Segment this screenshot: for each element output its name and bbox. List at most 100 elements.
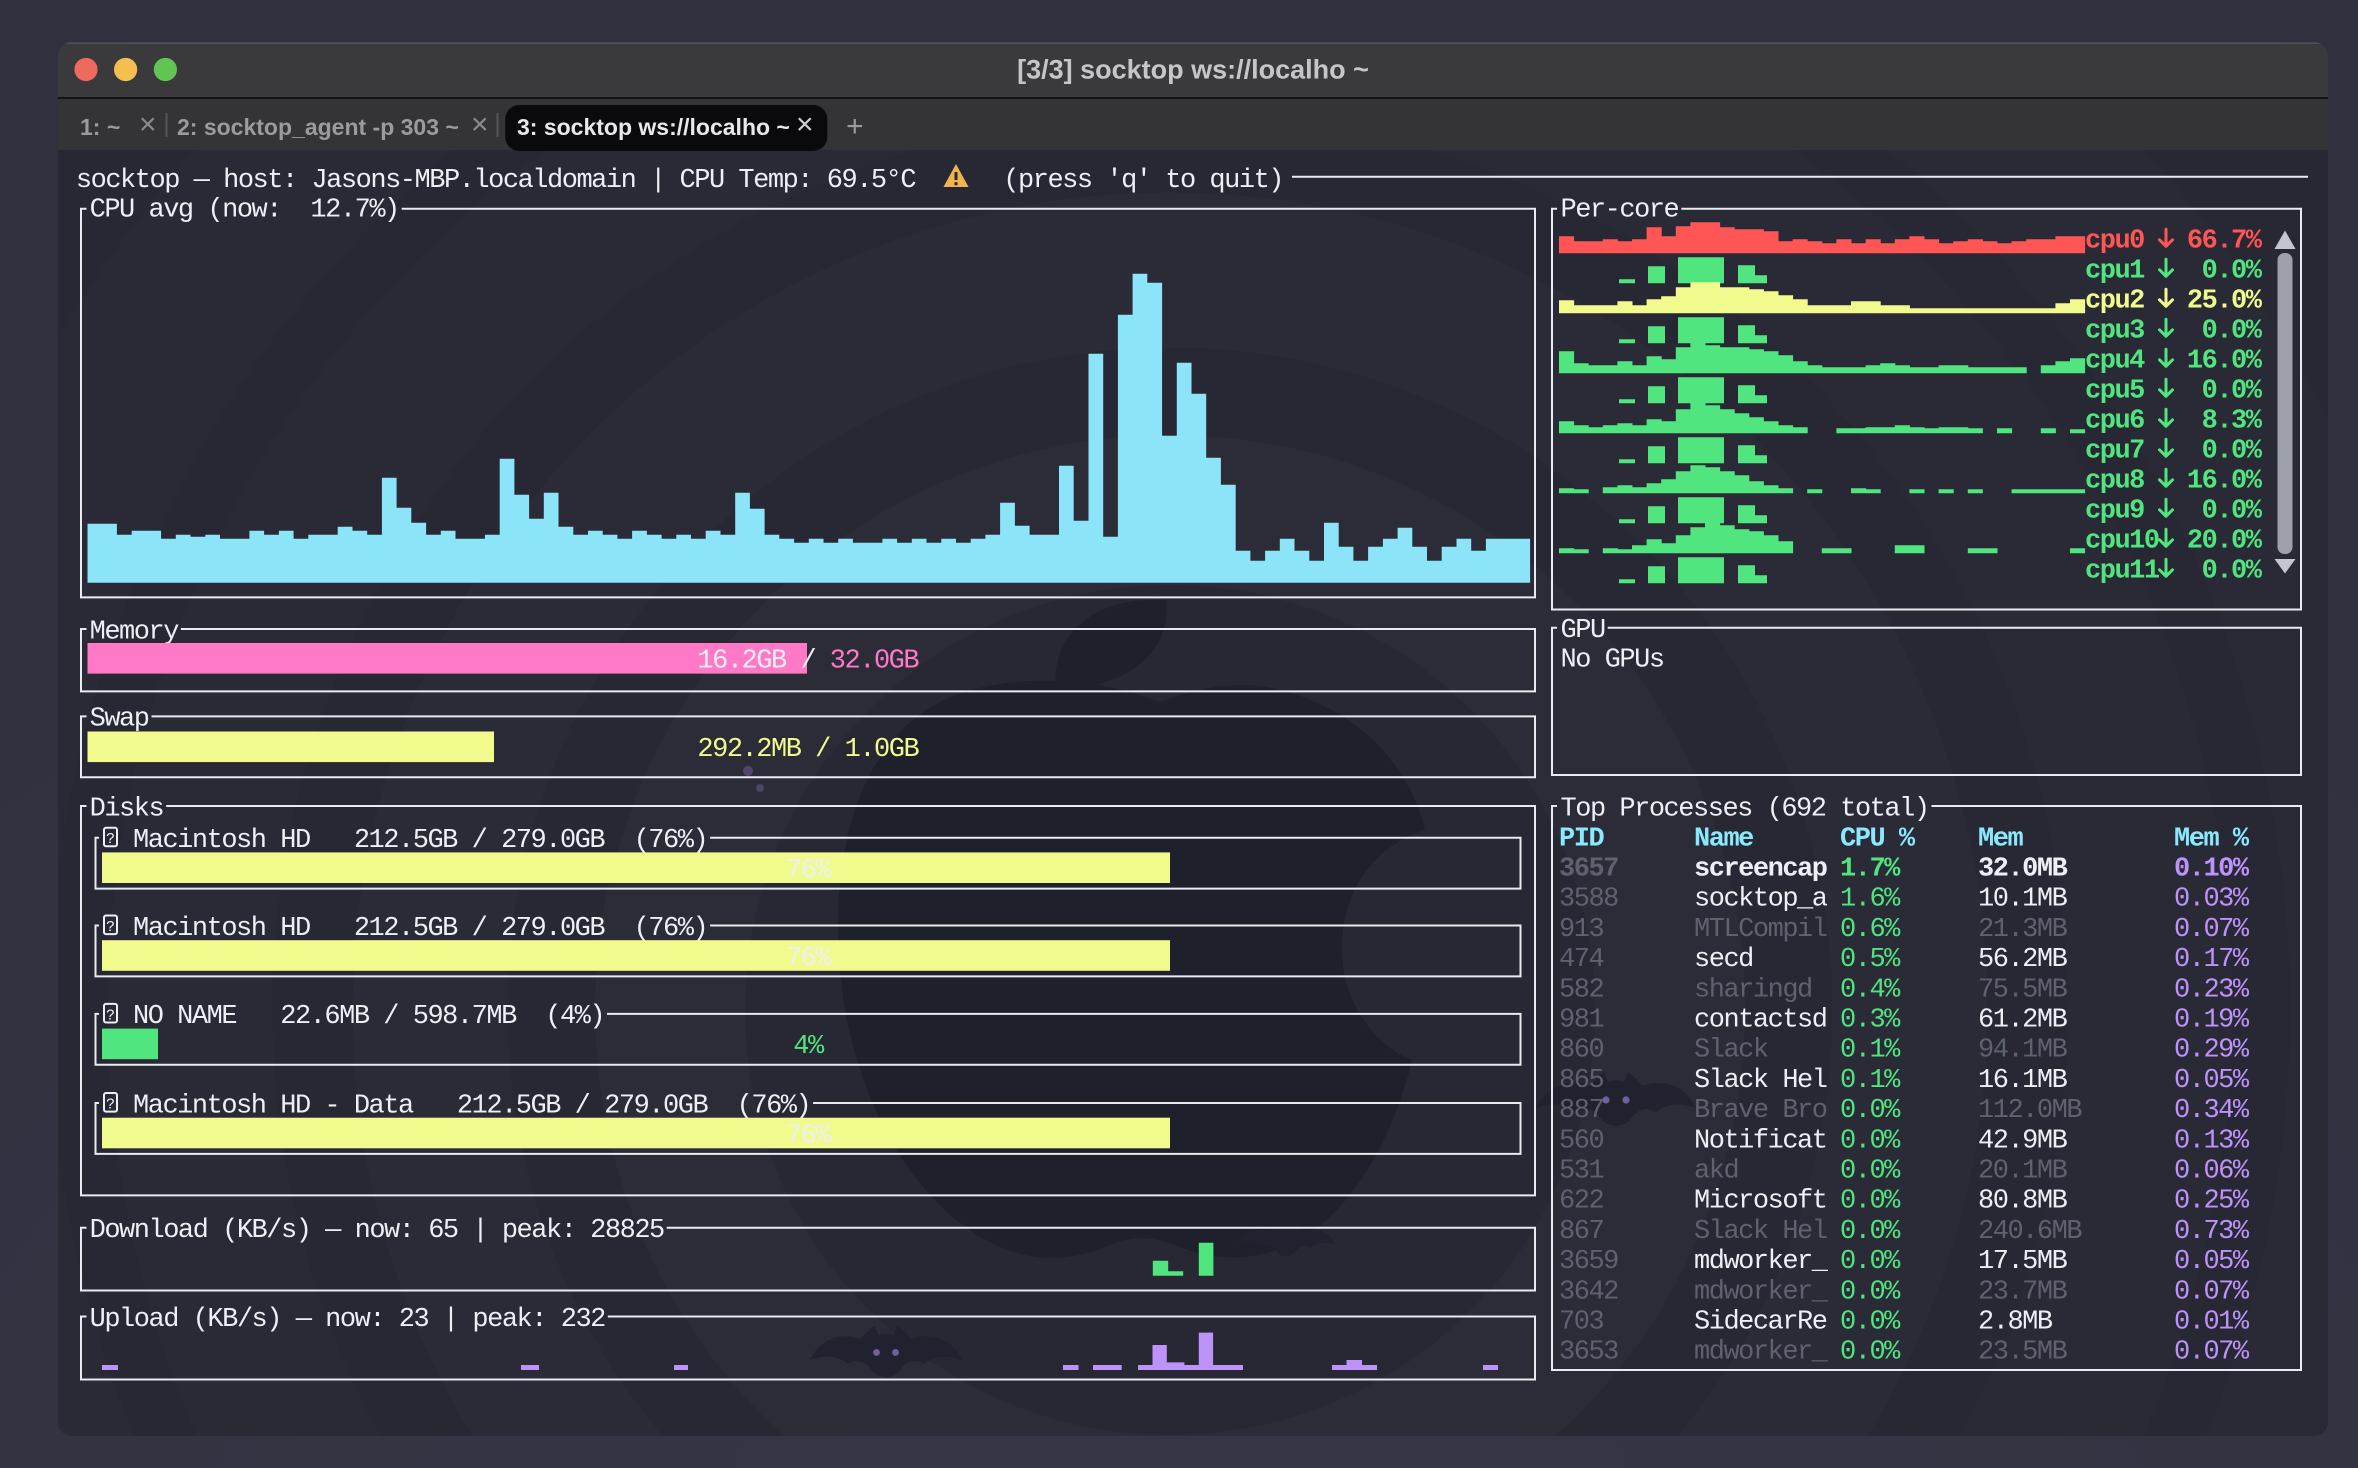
svg-text:0.06%: 0.06% — [2174, 1157, 2250, 1187]
svg-text:21.3MB: 21.3MB — [1978, 915, 2068, 945]
svg-text:Slack Hel: Slack Hel — [1694, 1217, 1827, 1247]
svg-text:0.73%: 0.73% — [2174, 1217, 2250, 1247]
svg-text:Mem: Mem — [1978, 824, 2023, 854]
svg-text:cpu9: cpu9 — [2085, 497, 2144, 527]
svg-text:8.3%: 8.3% — [2202, 407, 2263, 437]
svg-text:860: 860 — [1559, 1036, 1603, 1066]
svg-text:Macintosh HD 212.5GB / 279.0: Macintosh HD 212.5GB / 279.0GB (76%) — [133, 826, 707, 856]
svg-text:112.0MB: 112.0MB — [1978, 1096, 2082, 1126]
svg-text:75.5MB: 75.5MB — [1978, 975, 2068, 1005]
svg-text:0.13%: 0.13% — [2174, 1126, 2250, 1156]
svg-text:0.0%: 0.0% — [2202, 377, 2263, 407]
svg-text:867: 867 — [1559, 1217, 1603, 1247]
svg-text:cpu1: cpu1 — [2085, 257, 2145, 287]
svg-text:32.0MB: 32.0MB — [1978, 855, 2068, 885]
svg-text:76%: 76% — [786, 944, 832, 974]
svg-text:Name: Name — [1694, 824, 1753, 854]
svg-text:0.19%: 0.19% — [2174, 1006, 2250, 1036]
svg-text:0.0%: 0.0% — [1840, 1338, 1901, 1368]
svg-text:Macintosh HD 212.5GB / 279.0: Macintosh HD 212.5GB / 279.0GB (76%) — [133, 914, 707, 944]
svg-text:16.0%: 16.0% — [2187, 347, 2263, 377]
svg-text:Slack: Slack — [1694, 1036, 1768, 1066]
svg-text:16.1MB: 16.1MB — [1978, 1066, 2068, 1096]
svg-text:akd: akd — [1694, 1157, 1738, 1187]
svg-text:mdworker_: mdworker_ — [1694, 1338, 1829, 1368]
svg-text:703: 703 — [1559, 1308, 1603, 1338]
svg-text:Slack Hel: Slack Hel — [1694, 1066, 1827, 1096]
svg-text:?: ? — [106, 919, 115, 936]
svg-text:0.4%: 0.4% — [1840, 975, 1901, 1005]
svg-text:No GPUs: No GPUs — [1561, 646, 1664, 676]
svg-text:23.7MB: 23.7MB — [1978, 1277, 2068, 1307]
svg-text:?: ? — [106, 1097, 115, 1114]
svg-text:3642: 3642 — [1559, 1277, 1618, 1307]
svg-text:76%: 76% — [786, 856, 832, 886]
svg-text:0.0%: 0.0% — [2202, 317, 2263, 347]
svg-text:(press 'q' to quit): (press 'q' to quit) — [1003, 166, 1283, 196]
svg-text:0.0%: 0.0% — [2202, 557, 2263, 587]
svg-text:23.5MB: 23.5MB — [1978, 1338, 2068, 1368]
svg-text:0.07%: 0.07% — [2174, 915, 2250, 945]
svg-text:0.0%: 0.0% — [1840, 1217, 1901, 1247]
svg-text:0.1%: 0.1% — [1840, 1036, 1901, 1066]
svg-text:?: ? — [106, 831, 115, 848]
svg-text:1: ~: 1: ~ — [80, 114, 120, 140]
svg-text:0.01%: 0.01% — [2174, 1308, 2250, 1338]
svg-text:screencap: screencap — [1694, 855, 1827, 885]
svg-text:GPU: GPU — [1561, 616, 1605, 646]
svg-text:CPU %: CPU % — [1840, 824, 1916, 854]
svg-text:Macintosh HD - Data 212.5GB: Macintosh HD - Data 212.5GB / 279.0GB (7… — [133, 1091, 810, 1121]
svg-text:20.0%: 20.0% — [2187, 527, 2263, 557]
svg-text:cpu10: cpu10 — [2085, 527, 2159, 557]
svg-text:66.7%: 66.7% — [2187, 227, 2263, 257]
svg-text:secd: secd — [1694, 945, 1753, 975]
svg-text:582: 582 — [1559, 975, 1603, 1005]
svg-text:0.0%: 0.0% — [1840, 1277, 1901, 1307]
svg-text:622: 622 — [1559, 1187, 1603, 1217]
svg-text:Top Processes (692 total): Top Processes (692 total) — [1561, 794, 1929, 824]
svg-text:Upload (KB/s) — now: 23 | peak: Upload (KB/s) — now: 23 | peak: 232 — [90, 1305, 606, 1335]
svg-text:contactsd: contactsd — [1694, 1006, 1827, 1036]
svg-text:cpu8: cpu8 — [2085, 467, 2144, 497]
svg-text:mdworker_: mdworker_ — [1694, 1247, 1829, 1277]
svg-text:+: + — [846, 110, 864, 143]
svg-text:0.0%: 0.0% — [1840, 1096, 1901, 1126]
svg-text:80.8MB: 80.8MB — [1978, 1187, 2068, 1217]
svg-text:42.9MB: 42.9MB — [1978, 1126, 2068, 1156]
svg-text:Brave Bro: Brave Bro — [1694, 1096, 1827, 1126]
svg-text:3: socktop ws://localho ~: 3: socktop ws://localho ~ — [517, 114, 790, 140]
svg-text:socktop — host: Jasons-MBP.loc: socktop — host: Jasons-MBP.localdomain |… — [76, 166, 916, 196]
svg-text:0.0%: 0.0% — [1840, 1126, 1901, 1156]
svg-text:Download (KB/s) — now: 65 | pe: Download (KB/s) — now: 65 | peak: 28825 — [90, 1216, 664, 1246]
svg-text:0.0%: 0.0% — [1840, 1157, 1901, 1187]
svg-text:2: socktop_agent -p 303 ~: 2: socktop_agent -p 303 ~ — [177, 114, 459, 140]
svg-text:0.05%: 0.05% — [2174, 1066, 2250, 1096]
svg-text:0.0%: 0.0% — [1840, 1187, 1901, 1217]
svg-text:Swap: Swap — [90, 705, 149, 735]
svg-text:3588: 3588 — [1559, 885, 1618, 915]
svg-text:913: 913 — [1559, 915, 1603, 945]
svg-text:PID: PID — [1559, 824, 1604, 854]
svg-text:MTLCompil: MTLCompil — [1694, 915, 1827, 945]
svg-text:4%: 4% — [793, 1032, 825, 1062]
svg-text:0.05%: 0.05% — [2174, 1247, 2250, 1277]
svg-text:76%: 76% — [786, 1121, 832, 1151]
svg-text:16.0%: 16.0% — [2187, 467, 2263, 497]
svg-text:32.0GB: 32.0GB — [830, 647, 920, 677]
svg-text:25.0%: 25.0% — [2187, 287, 2263, 317]
svg-text:0.6%: 0.6% — [1840, 915, 1901, 945]
svg-text:0.0%: 0.0% — [2202, 437, 2263, 467]
svg-text:cpu7: cpu7 — [2085, 437, 2144, 467]
svg-text:CPU avg (now: 12.7%): CPU avg (now: 12.7%) — [90, 195, 399, 225]
svg-text:887: 887 — [1559, 1096, 1603, 1126]
svg-text:cpu3: cpu3 — [2085, 317, 2144, 347]
svg-text:0.23%: 0.23% — [2174, 975, 2250, 1005]
svg-text:0.07%: 0.07% — [2174, 1277, 2250, 1307]
svg-text:0.1%: 0.1% — [1840, 1066, 1901, 1096]
svg-text:10.1MB: 10.1MB — [1978, 885, 2068, 915]
svg-text:1.6%: 1.6% — [1840, 885, 1901, 915]
svg-text:socktop_a: socktop_a — [1694, 885, 1828, 915]
svg-text:Microsoft: Microsoft — [1694, 1187, 1827, 1217]
svg-text:0.29%: 0.29% — [2174, 1036, 2250, 1066]
svg-text:0.03%: 0.03% — [2174, 885, 2250, 915]
